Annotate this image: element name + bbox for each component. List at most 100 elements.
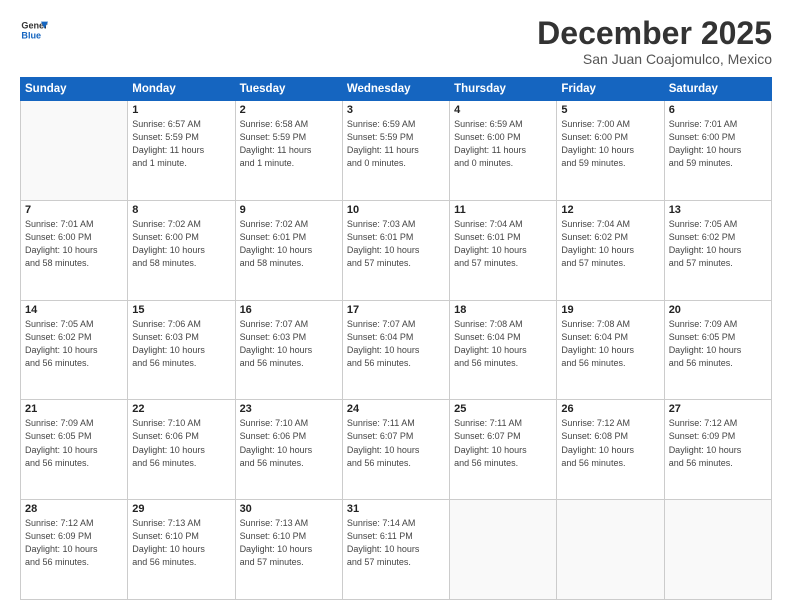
day-info: Sunrise: 7:12 AMSunset: 6:09 PMDaylight:… <box>25 517 123 569</box>
day-info: Sunrise: 7:13 AMSunset: 6:10 PMDaylight:… <box>132 517 230 569</box>
header-row: Sunday Monday Tuesday Wednesday Thursday… <box>21 78 772 101</box>
svg-text:Blue: Blue <box>21 30 41 40</box>
calendar-week-3: 14Sunrise: 7:05 AMSunset: 6:02 PMDayligh… <box>21 300 772 400</box>
table-row <box>450 500 557 600</box>
table-row: 18 Sunrise: 7:08 AMSunset: 6:04 PMDayligh… <box>450 300 557 400</box>
table-row: 1 Sunrise: 6:57 AMSunset: 5:59 PMDaylight… <box>128 101 235 201</box>
calendar-table: Sunday Monday Tuesday Wednesday Thursday… <box>20 77 772 600</box>
day-info: Sunrise: 7:12 AMSunset: 6:09 PMDaylight:… <box>669 417 767 469</box>
table-row: 9 Sunrise: 7:02 AMSunset: 6:01 PMDaylight… <box>235 200 342 300</box>
location: San Juan Coajomulco, Mexico <box>537 51 772 67</box>
day-info: Sunrise: 7:05 AMSunset: 6:02 PMDaylight:… <box>669 218 767 270</box>
day-number: 24 <box>347 403 445 415</box>
table-row <box>557 500 664 600</box>
day-info: Sunrise: 7:08 AMSunset: 6:04 PMDaylight:… <box>561 318 659 370</box>
table-row: 7Sunrise: 7:01 AMSunset: 6:00 PMDaylight… <box>21 200 128 300</box>
calendar-week-5: 28 Sunrise: 7:12 AMSunset: 6:09 PMDayligh… <box>21 500 772 600</box>
table-row: 26Sunrise: 7:12 AMSunset: 6:08 PMDayligh… <box>557 400 664 500</box>
day-info: Sunrise: 7:09 AMSunset: 6:05 PMDaylight:… <box>669 318 767 370</box>
day-number: 5 <box>561 104 659 116</box>
day-info: Sunrise: 7:02 AMSunset: 6:01 PMDaylight:… <box>240 218 338 270</box>
day-number: 29 <box>132 503 230 515</box>
day-number: 2 <box>240 104 338 116</box>
table-row: 21 Sunrise: 7:09 AMSunset: 6:05 PMDayligh… <box>21 400 128 500</box>
table-row: 22Sunrise: 7:10 AMSunset: 6:06 PMDayligh… <box>128 400 235 500</box>
day-number: 25 <box>454 403 552 415</box>
day-number: 8 <box>132 204 230 216</box>
table-row: 19 Sunrise: 7:08 AMSunset: 6:04 PMDayligh… <box>557 300 664 400</box>
day-number: 1 <box>132 104 230 116</box>
day-number: 20 <box>669 304 767 316</box>
table-row: 6 Sunrise: 7:01 AMSunset: 6:00 PMDaylight… <box>664 101 771 201</box>
calendar-week-4: 21 Sunrise: 7:09 AMSunset: 6:05 PMDayligh… <box>21 400 772 500</box>
day-info: Sunrise: 7:00 AMSunset: 6:00 PMDaylight:… <box>561 118 659 170</box>
table-row: 4 Sunrise: 6:59 AMSunset: 6:00 PMDaylight… <box>450 101 557 201</box>
day-number: 9 <box>240 204 338 216</box>
day-info: Sunrise: 7:01 AMSunset: 6:00 PMDaylight:… <box>25 218 123 270</box>
day-number: 26 <box>561 403 659 415</box>
day-info: Sunrise: 7:10 AMSunset: 6:06 PMDaylight:… <box>132 417 230 469</box>
col-thursday: Thursday <box>450 78 557 101</box>
day-number: 19 <box>561 304 659 316</box>
day-number: 4 <box>454 104 552 116</box>
day-info: Sunrise: 6:58 AMSunset: 5:59 PMDaylight:… <box>240 118 338 170</box>
table-row: 20 Sunrise: 7:09 AMSunset: 6:05 PMDayligh… <box>664 300 771 400</box>
day-info: Sunrise: 7:06 AMSunset: 6:03 PMDaylight:… <box>132 318 230 370</box>
day-info: Sunrise: 7:07 AMSunset: 6:04 PMDaylight:… <box>347 318 445 370</box>
title-block: December 2025 San Juan Coajomulco, Mexic… <box>537 16 772 67</box>
table-row <box>21 101 128 201</box>
table-row: 10 Sunrise: 7:03 AMSunset: 6:01 PMDayligh… <box>342 200 449 300</box>
day-info: Sunrise: 6:59 AMSunset: 5:59 PMDaylight:… <box>347 118 445 170</box>
day-info: Sunrise: 7:03 AMSunset: 6:01 PMDaylight:… <box>347 218 445 270</box>
day-number: 30 <box>240 503 338 515</box>
day-number: 14 <box>25 304 123 316</box>
calendar-week-2: 7Sunrise: 7:01 AMSunset: 6:00 PMDaylight… <box>21 200 772 300</box>
day-info: Sunrise: 7:11 AMSunset: 6:07 PMDaylight:… <box>454 417 552 469</box>
day-number: 17 <box>347 304 445 316</box>
day-info: Sunrise: 7:09 AMSunset: 6:05 PMDaylight:… <box>25 417 123 469</box>
day-info: Sunrise: 7:11 AMSunset: 6:07 PMDaylight:… <box>347 417 445 469</box>
table-row: 14Sunrise: 7:05 AMSunset: 6:02 PMDayligh… <box>21 300 128 400</box>
col-saturday: Saturday <box>664 78 771 101</box>
day-info: Sunrise: 7:14 AMSunset: 6:11 PMDaylight:… <box>347 517 445 569</box>
logo: General Blue <box>20 16 48 44</box>
col-friday: Friday <box>557 78 664 101</box>
day-number: 16 <box>240 304 338 316</box>
day-info: Sunrise: 6:57 AMSunset: 5:59 PMDaylight:… <box>132 118 230 170</box>
day-info: Sunrise: 7:04 AMSunset: 6:01 PMDaylight:… <box>454 218 552 270</box>
table-row: 17 Sunrise: 7:07 AMSunset: 6:04 PMDayligh… <box>342 300 449 400</box>
table-row: 24 Sunrise: 7:11 AMSunset: 6:07 PMDayligh… <box>342 400 449 500</box>
col-wednesday: Wednesday <box>342 78 449 101</box>
col-sunday: Sunday <box>21 78 128 101</box>
day-number: 6 <box>669 104 767 116</box>
day-number: 18 <box>454 304 552 316</box>
table-row: 31 Sunrise: 7:14 AMSunset: 6:11 PMDayligh… <box>342 500 449 600</box>
day-info: Sunrise: 7:04 AMSunset: 6:02 PMDaylight:… <box>561 218 659 270</box>
calendar-week-1: 1 Sunrise: 6:57 AMSunset: 5:59 PMDaylight… <box>21 101 772 201</box>
day-number: 10 <box>347 204 445 216</box>
day-info: Sunrise: 6:59 AMSunset: 6:00 PMDaylight:… <box>454 118 552 170</box>
table-row: 23Sunrise: 7:10 AMSunset: 6:06 PMDayligh… <box>235 400 342 500</box>
col-tuesday: Tuesday <box>235 78 342 101</box>
day-info: Sunrise: 7:01 AMSunset: 6:00 PMDaylight:… <box>669 118 767 170</box>
table-row: 15Sunrise: 7:06 AMSunset: 6:03 PMDayligh… <box>128 300 235 400</box>
table-row: 12 Sunrise: 7:04 AMSunset: 6:02 PMDayligh… <box>557 200 664 300</box>
day-number: 13 <box>669 204 767 216</box>
day-number: 31 <box>347 503 445 515</box>
day-number: 3 <box>347 104 445 116</box>
table-row: 30 Sunrise: 7:13 AMSunset: 6:10 PMDayligh… <box>235 500 342 600</box>
table-row: 13 Sunrise: 7:05 AMSunset: 6:02 PMDayligh… <box>664 200 771 300</box>
day-info: Sunrise: 7:13 AMSunset: 6:10 PMDaylight:… <box>240 517 338 569</box>
day-number: 28 <box>25 503 123 515</box>
day-number: 21 <box>25 403 123 415</box>
table-row: 5 Sunrise: 7:00 AMSunset: 6:00 PMDaylight… <box>557 101 664 201</box>
day-info: Sunrise: 7:02 AMSunset: 6:00 PMDaylight:… <box>132 218 230 270</box>
day-number: 23 <box>240 403 338 415</box>
table-row: 11 Sunrise: 7:04 AMSunset: 6:01 PMDayligh… <box>450 200 557 300</box>
day-number: 11 <box>454 204 552 216</box>
table-row <box>664 500 771 600</box>
day-number: 12 <box>561 204 659 216</box>
day-info: Sunrise: 7:08 AMSunset: 6:04 PMDaylight:… <box>454 318 552 370</box>
table-row: 3 Sunrise: 6:59 AMSunset: 5:59 PMDaylight… <box>342 101 449 201</box>
table-row: 27Sunrise: 7:12 AMSunset: 6:09 PMDayligh… <box>664 400 771 500</box>
